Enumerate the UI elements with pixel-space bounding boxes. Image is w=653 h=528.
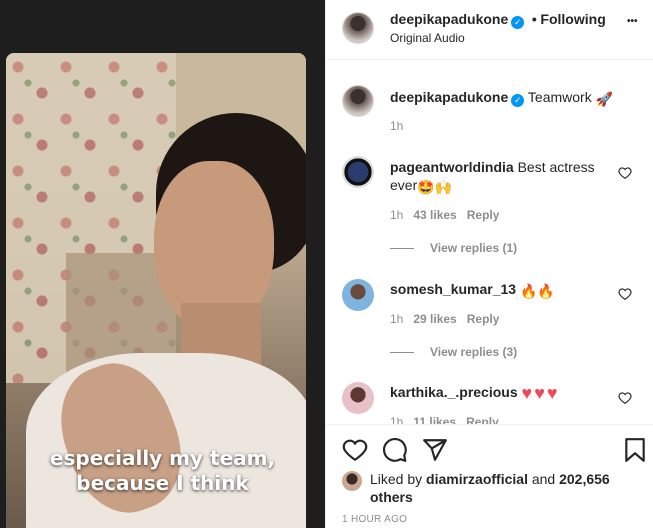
comment-time: 1h xyxy=(390,415,404,424)
post-header: deepikapadukone ✓ • Following Original Au… xyxy=(326,0,653,60)
comments-list[interactable]: deepikapadukone ✓ Teamwork 🚀 1h pageantwo… xyxy=(326,61,653,424)
comment-item: pageantworldindia Best actress ever🤩🙌 xyxy=(390,158,610,196)
comment-meta: 1h 29 likes Reply xyxy=(390,312,499,326)
following-button[interactable]: Following xyxy=(540,11,605,27)
share-direct-icon[interactable] xyxy=(422,437,448,463)
view-replies[interactable]: View replies (3) xyxy=(390,344,517,359)
video-caption-line1: especially my team, xyxy=(49,446,276,470)
view-replies-label[interactable]: View replies (3) xyxy=(430,345,517,359)
video-caption: especially my team, because I think xyxy=(0,446,325,496)
verified-badge-icon: ✓ xyxy=(511,16,525,29)
like-heart-icon[interactable] xyxy=(342,437,368,463)
post-caption: deepikapadukone ✓ Teamwork 🚀 xyxy=(390,88,613,108)
view-replies-label[interactable]: View replies (1) xyxy=(430,241,517,255)
comment-item: somesh_kumar_13 🔥🔥 xyxy=(390,280,555,300)
save-bookmark-icon[interactable] xyxy=(622,437,648,463)
caption-avatar[interactable] xyxy=(342,85,374,117)
video-caption-line2: because I think xyxy=(76,471,249,495)
caption-time: 1h xyxy=(390,119,404,133)
replies-divider xyxy=(390,352,414,354)
header-user-line: deepikapadukone ✓ • Following xyxy=(390,11,606,29)
post-sidebar: deepikapadukone ✓ • Following Original Au… xyxy=(325,0,653,528)
comment-time: 1h xyxy=(390,312,404,326)
commenter-avatar[interactable] xyxy=(342,279,374,311)
comment-username[interactable]: karthika._.precious xyxy=(390,384,518,400)
author-username[interactable]: deepikapadukone xyxy=(390,11,508,27)
comment-emoji: 🤩🙌 xyxy=(417,179,453,195)
comment-emoji: ♥♥♥ xyxy=(521,383,560,403)
liked-by-and: and xyxy=(531,471,556,487)
header-separator: • xyxy=(531,11,537,27)
liked-by-text: Liked by diamirzaofficial and 202,656 ot… xyxy=(370,470,640,506)
like-comment-heart-icon[interactable] xyxy=(618,287,632,301)
audio-label[interactable]: Original Audio xyxy=(390,31,465,45)
post-actions: Liked by diamirzaofficial and 202,656 ot… xyxy=(326,424,653,528)
rocket-emoji: 🚀 xyxy=(595,91,614,107)
video-panel[interactable]: especially my team, because I think xyxy=(0,0,325,528)
caption-text: Teamwork xyxy=(527,89,592,105)
comment-meta: 1h 11 likes Reply xyxy=(390,415,499,424)
reply-button[interactable]: Reply xyxy=(466,415,499,424)
comment-username[interactable]: pageantworldindia xyxy=(390,159,514,175)
comment-likes[interactable]: 29 likes xyxy=(413,312,456,326)
reply-button[interactable]: Reply xyxy=(467,312,500,326)
more-options-icon[interactable]: ••• xyxy=(627,16,638,27)
liked-by-avatar[interactable] xyxy=(342,471,362,491)
liked-by-prefix: Liked by xyxy=(370,471,423,487)
comment-likes[interactable]: 11 likes xyxy=(413,415,456,424)
comment-bubble-icon[interactable] xyxy=(382,437,408,463)
replies-divider xyxy=(390,248,414,250)
verified-badge-icon: ✓ xyxy=(511,94,525,107)
comment-emoji: 🔥🔥 xyxy=(519,283,555,299)
commenter-avatar[interactable] xyxy=(342,156,374,188)
caption-username[interactable]: deepikapadukone xyxy=(390,89,508,105)
reply-button[interactable]: Reply xyxy=(467,208,500,222)
commenter-avatar[interactable] xyxy=(342,382,374,414)
comment-likes[interactable]: 43 likes xyxy=(413,208,456,222)
comment-username[interactable]: somesh_kumar_13 xyxy=(390,281,516,297)
like-comment-heart-icon[interactable] xyxy=(618,166,632,180)
liked-by-user[interactable]: diamirzaofficial xyxy=(426,471,528,487)
view-replies[interactable]: View replies (1) xyxy=(390,240,517,255)
comment-meta: 1h 43 likes Reply xyxy=(390,208,499,222)
post-timestamp[interactable]: 1 HOUR AGO xyxy=(342,514,407,525)
comment-item: karthika._.precious ♥♥♥ xyxy=(390,383,560,402)
like-comment-heart-icon[interactable] xyxy=(618,391,632,405)
author-avatar[interactable] xyxy=(342,12,374,44)
comment-time: 1h xyxy=(390,208,404,222)
